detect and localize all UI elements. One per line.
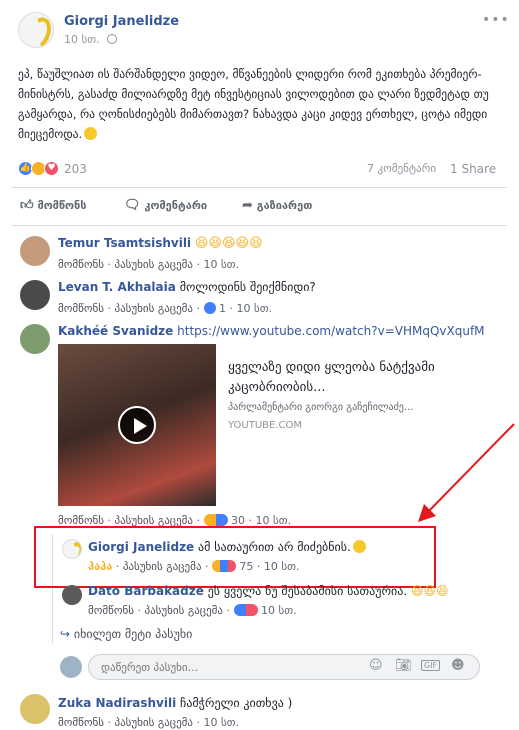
comment-4: Zuka Nadirashvili ჩამჭრელი კითხვა ) [58,696,292,710]
avatar[interactable] [20,280,50,310]
like-label: მომწონს [37,199,87,212]
author-avatar[interactable] [18,12,54,48]
comment-2-meta: მომწონს · პასუხის გაცემა · 1 · 10 სთ. [58,302,273,315]
reply-2: Dato Barbakadze ეს ყველა ნუ შესაბამისი ს… [88,584,448,598]
comment-reaction-count[interactable]: 75 [239,560,253,573]
thumbs-up-icon [203,302,216,314]
play-button-icon[interactable] [118,406,156,444]
comment-like-count[interactable]: 1 [219,302,226,315]
comment-like-link[interactable]: მომწონს [88,604,134,617]
video-site: YOUTUBE.COM [228,420,303,431]
love-reaction-icon[interactable]: ♥ [44,161,59,176]
comment-time[interactable]: 10 სთ. [204,716,240,729]
share-button[interactable]: ➦ გაზიარეთ [242,198,312,213]
like-button[interactable]: 👍︎ მომწონს [20,198,86,213]
smile-emoji-icon [352,540,366,553]
comment-label: კომენტარი [144,199,208,212]
gif-icon[interactable]: GIF [421,660,441,671]
comment-1-meta: მომწონს · პასუხის გაცემა · 10 სთ. [58,258,240,271]
share-label: გაზიარეთ [256,199,313,212]
comment-reply-link[interactable]: პასუხის გაცემა [114,302,193,315]
comment-text: 😆😆😆😆😆 [194,236,263,251]
comment-time[interactable]: 10 სთ. [261,604,297,617]
reply-1-meta: ჰაჰა · პასუხის გაცემა · 75 · 10 სთ. [88,560,300,573]
haha-emoji-icon: 😆😆😆 [410,584,449,598]
comment-reply-link[interactable]: პასუხის გაცემა [144,604,223,617]
comment-3: Kakhéé Svanidze https://www.youtube.com/… [58,324,485,338]
share-arrow-icon: ➦ [242,198,253,213]
comment-like-link[interactable]: ჰაჰა [88,560,112,573]
post-time-text: 10 სთ. [64,33,100,46]
avatar[interactable] [20,236,50,266]
reply-arrow-icon: ↪ [60,627,71,641]
current-user-avatar[interactable] [60,656,82,678]
comment-like-link[interactable]: მომწონს [58,258,104,271]
banana-logo-icon [19,13,53,47]
banana-logo-icon [63,540,81,558]
smile-emoji-icon [84,127,98,140]
comment-reply-link[interactable]: პასუხის გაცემა [114,716,193,729]
comment-text: ჩამჭრელი კითხვა ) [180,696,293,710]
comment-author[interactable]: Kakhéé Svanidze [58,324,173,338]
comment-like-link[interactable]: მომწონს [58,302,104,315]
comment-text: მოლოდინს შეიქმნიდი? [179,280,316,294]
comment-author[interactable]: Dato Barbakadze [88,584,204,598]
comment-author[interactable]: Temur Tsamtsishvili [58,236,191,250]
more-replies-link[interactable]: ↪ იხილეთ მეტი პასუხი [60,627,192,641]
divider [12,187,507,188]
reaction-icons [233,604,258,616]
video-description: პარლამენტარი გიორგი გაჩეჩილაძე... [228,402,414,413]
comment-button[interactable]: 🗨︎ კომენტარი [124,198,207,213]
avatar[interactable] [20,324,50,354]
comment-time[interactable]: 10 სთ. [264,560,300,573]
reaction-count[interactable]: 203 [64,162,87,176]
comment-reply-link[interactable]: პასუხის გაცემა [114,258,193,271]
more-replies-label: იხილეთ მეტი პასუხი [73,627,193,641]
emoji-icon[interactable]: ☺ [369,658,383,673]
shares-count[interactable]: 1 Share [450,162,496,176]
comment-author[interactable]: Giorgi Janelidze [88,540,194,554]
red-arrow-annotation [418,423,515,522]
reply-2-meta: მომწონს · პასუხის გაცემა · 10 სთ. [88,604,297,617]
reply-1: Giorgi Janelidze ამ სათაურით არ მიძებნის… [88,540,366,554]
post-time[interactable]: 10 სთ. [64,33,118,46]
comment-reply-link[interactable]: პასუხის გაცემა [123,560,202,573]
comment-author[interactable]: Levan T. Akhalaia [58,280,176,294]
video-thumbnail[interactable] [58,344,216,506]
comment-1: Temur Tsamtsishvili 😆😆😆😆😆 [58,236,263,251]
avatar[interactable] [62,539,82,559]
camera-icon[interactable]: 📷︎ [395,658,412,673]
comment-4-meta: მომწონს · პასუხის გაცემა · 10 სთ. [58,716,240,729]
highlight-box [34,526,436,588]
video-title[interactable]: ყველაზე დიდი ყლეობა ნატქვამი კაცობრიობის… [228,358,473,398]
comment-time[interactable]: 10 სთ. [237,302,273,315]
speech-bubble-icon: 🗨︎ [124,198,141,213]
post-menu-button[interactable]: ••• [482,12,510,28]
comment-text: ამ სათაურით არ მიძებნის. [198,540,351,554]
thumbs-up-icon: 👍︎ [20,198,34,213]
avatar[interactable] [62,585,82,605]
reaction-icons [203,514,228,526]
avatar[interactable] [20,694,50,724]
comment-2: Levan T. Akhalaia მოლოდინს შეიქმნიდი? [58,280,316,294]
comment-url-link[interactable]: https://www.youtube.com/watch?v=VHMqQvXq… [177,324,484,338]
sticker-icon[interactable]: ☻ [451,658,465,673]
comment-time[interactable]: 10 სთ. [204,258,240,271]
comment-text: ეს ყველა ნუ შესაბამისი სათაურია. [207,584,408,598]
globe-icon [107,34,118,44]
post-author-name[interactable]: Giorgi Janelidze [64,14,179,29]
reply-input-box[interactable]: ☺ 📷︎ GIF ☻ [88,654,480,680]
reply-input[interactable] [101,659,351,675]
post-body: ეპ, წაუშლიათ ის შარშანდელი ვიდეო, მწვანე… [18,64,500,144]
comments-count[interactable]: 7 კომენტარი [367,162,436,175]
comment-author[interactable]: Zuka Nadirashvili [58,696,176,710]
comment-like-link[interactable]: მომწონს [58,716,104,729]
reaction-icons [211,560,236,572]
